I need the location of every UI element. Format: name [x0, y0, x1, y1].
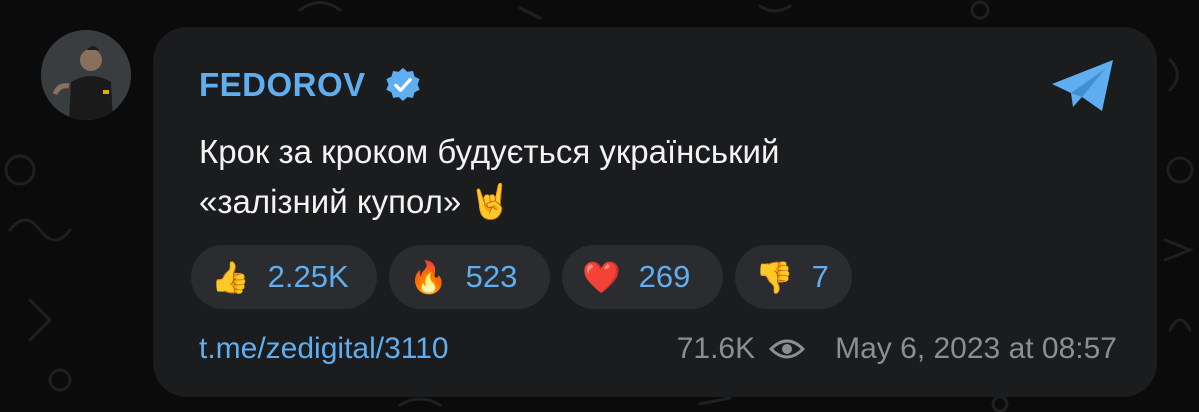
- reactions-bar: 👍 2.25K 🔥 523 ❤️ 269 👎 7: [191, 245, 852, 309]
- thumbs-up-icon: 👍: [211, 259, 250, 295]
- reaction-count: 269: [638, 259, 691, 294]
- telegram-share-icon[interactable]: [1049, 57, 1117, 115]
- reaction-thumbs-down[interactable]: 👎 7: [735, 245, 852, 309]
- reaction-count: 2.25K: [267, 259, 349, 294]
- message-text: Крок за кроком будується український «за…: [199, 127, 1079, 227]
- reaction-count: 523: [465, 259, 518, 294]
- message-line-2-text: «залізний купол»: [199, 183, 462, 220]
- reaction-thumbs-up[interactable]: 👍 2.25K: [191, 245, 377, 309]
- reaction-fire[interactable]: 🔥 523: [389, 245, 550, 309]
- fire-icon: 🔥: [409, 259, 448, 295]
- post-link[interactable]: t.me/zedigital/3110: [199, 332, 449, 366]
- timestamp: May 6, 2023 at 08:57: [835, 332, 1117, 365]
- channel-header: FEDOROV: [199, 65, 422, 105]
- reaction-count: 7: [811, 259, 829, 294]
- message-line-1: Крок за кроком будується український: [199, 133, 780, 170]
- message-bubble: FEDOROV Крок за кроком будується українс…: [153, 27, 1157, 397]
- channel-name[interactable]: FEDOROV: [199, 66, 366, 104]
- heart-icon: ❤️: [582, 259, 621, 295]
- rock-hand-emoji: 🤘: [469, 183, 512, 221]
- views-count: 71.6K: [676, 332, 756, 365]
- verified-badge-icon: [386, 67, 420, 101]
- channel-avatar[interactable]: [41, 30, 131, 120]
- eye-icon: [769, 339, 806, 359]
- message-line-2: «залізний купол» 🤘: [199, 177, 1079, 227]
- reaction-heart[interactable]: ❤️ 269: [562, 245, 723, 309]
- message-meta: 71.6K May 6, 2023 at 08:57: [677, 332, 1117, 366]
- message-footer: t.me/zedigital/3110 71.6K May 6, 2023 at…: [199, 329, 1117, 369]
- avatar-photo: [41, 30, 131, 120]
- thumbs-down-icon: 👎: [755, 259, 794, 295]
